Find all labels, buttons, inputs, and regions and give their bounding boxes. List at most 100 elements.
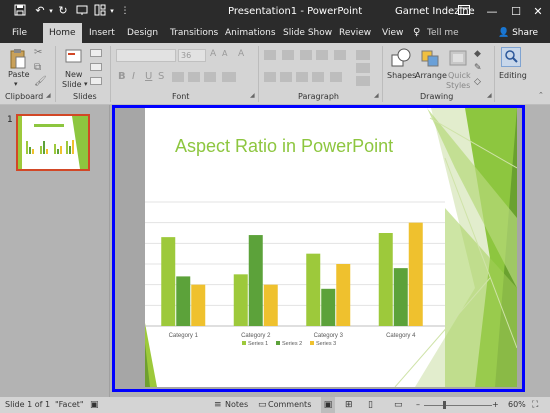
font-name-box[interactable] [116, 49, 176, 62]
align-text-icon[interactable] [356, 63, 370, 73]
tab-slide-show[interactable]: Slide Show [283, 23, 332, 43]
change-case-icon[interactable] [204, 72, 216, 82]
lightbulb-icon[interactable]: ♀ [413, 23, 420, 43]
zoom-level[interactable]: 60% [508, 397, 526, 413]
spelling-icon[interactable]: ▣ [90, 397, 99, 413]
paste-dropdown-icon[interactable]: ▾ [14, 80, 18, 88]
collapse-ribbon-icon[interactable]: ⌃ [538, 91, 544, 99]
tab-design[interactable]: Design [127, 23, 158, 43]
reading-view-icon[interactable]: ▯ [368, 397, 373, 413]
grow-font-icon[interactable]: A [210, 49, 216, 59]
chart-bar[interactable] [393, 268, 408, 326]
chart-bar[interactable] [306, 253, 321, 326]
cut-icon[interactable]: ✂ [34, 47, 42, 58]
tab-view[interactable]: View [382, 23, 403, 43]
chart[interactable]: Category 1 Category 2 Category 3 Category 4… [145, 108, 517, 387]
tab-animations[interactable]: Animations [225, 23, 276, 43]
ribbon-display-icon[interactable] [450, 0, 478, 23]
chart-bar[interactable] [176, 276, 191, 326]
shape-effects-icon[interactable]: ◇ [474, 77, 481, 87]
chart-bar[interactable] [191, 284, 206, 326]
more-icon[interactable]: ⋮ [118, 4, 132, 18]
tell-me-box[interactable]: Tell me [427, 23, 459, 43]
tab-home[interactable]: Home [43, 23, 82, 43]
notes-icon[interactable]: ≡ [214, 397, 222, 413]
tab-review[interactable]: Review [339, 23, 371, 43]
slide-thumbnail[interactable] [16, 114, 90, 171]
shapes-icon[interactable] [390, 47, 412, 69]
tab-transitions[interactable]: Transitions [170, 23, 218, 43]
quick-styles-label-2[interactable]: Styles [446, 81, 470, 90]
notes-button[interactable]: Notes [225, 397, 248, 413]
clipboard-launcher-icon[interactable]: ◢ [46, 92, 51, 99]
copy-icon[interactable]: ⧉ [34, 62, 41, 73]
font-color-icon[interactable] [222, 72, 236, 82]
shadow-button[interactable]: S [158, 71, 164, 82]
zoom-in-icon[interactable]: + [492, 397, 499, 413]
bold-button[interactable]: B [118, 71, 126, 82]
columns-icon[interactable] [330, 72, 342, 82]
text-direction-icon[interactable] [356, 50, 370, 60]
strikethrough-icon[interactable] [172, 72, 184, 82]
quick-styles-icon[interactable] [448, 47, 468, 69]
format-painter-icon[interactable]: 🖌 [34, 76, 47, 87]
numbering-icon[interactable] [282, 50, 294, 60]
tab-insert[interactable]: Insert [89, 23, 115, 43]
arrange-icon[interactable] [420, 47, 440, 69]
from-beginning-icon[interactable] [75, 4, 89, 18]
fit-slide-icon[interactable]: ⛶ [532, 397, 538, 413]
align-left-icon[interactable] [264, 72, 276, 82]
close-icon[interactable]: ✕ [524, 0, 550, 23]
editing-icon[interactable] [501, 47, 521, 67]
paragraph-launcher-icon[interactable]: ◢ [374, 92, 379, 99]
arrange-label[interactable]: Arrange [415, 71, 447, 80]
smartart-icon[interactable] [356, 76, 370, 86]
clear-formatting-icon[interactable]: A [238, 49, 244, 59]
redo-icon[interactable]: ↻ [56, 4, 70, 18]
new-slide-dropdown-icon[interactable]: ▾ [84, 80, 88, 88]
align-center-icon[interactable] [280, 72, 292, 82]
increase-indent-icon[interactable] [316, 50, 328, 60]
tab-file[interactable]: File [12, 23, 27, 43]
slide[interactable]: Aspect Ratio in PowerPoint Category 1 Cat… [145, 108, 517, 387]
shape-outline-icon[interactable]: ✎ [474, 63, 482, 73]
paste-label[interactable]: Paste [8, 70, 30, 79]
shapes-label[interactable]: Shapes [387, 71, 416, 80]
comments-button[interactable]: Comments [268, 397, 311, 413]
zoom-out-icon[interactable]: – [416, 397, 420, 413]
chart-bar[interactable] [336, 264, 351, 326]
customize-icon[interactable]: ▾ [105, 4, 119, 18]
new-slide-label-2[interactable]: Slide [62, 80, 82, 89]
section-icon[interactable] [90, 77, 102, 85]
save-icon[interactable] [13, 4, 27, 18]
chart-bar[interactable] [233, 274, 248, 326]
new-slide-icon[interactable] [65, 48, 83, 66]
zoom-slider-thumb[interactable] [443, 401, 446, 409]
slide-sorter-icon[interactable]: ⊞ [345, 397, 353, 413]
normal-view-icon[interactable]: ▣ [321, 397, 335, 413]
chart-bar[interactable] [321, 288, 336, 326]
comments-icon[interactable]: ▭ [258, 397, 267, 413]
reset-icon[interactable] [90, 63, 102, 71]
layout-icon[interactable] [90, 49, 102, 57]
font-launcher-icon[interactable]: ◢ [250, 92, 255, 99]
quick-styles-label[interactable]: Quick [448, 71, 471, 80]
chart-bar[interactable] [248, 235, 263, 326]
new-slide-label[interactable]: New [65, 70, 82, 79]
font-size-box[interactable]: 36 [178, 49, 206, 62]
chart-bar[interactable] [378, 233, 393, 326]
align-right-icon[interactable] [296, 72, 308, 82]
line-spacing-icon[interactable] [334, 50, 346, 60]
drawing-launcher-icon[interactable]: ◢ [487, 92, 492, 99]
decrease-indent-icon[interactable] [300, 50, 312, 60]
shrink-font-icon[interactable]: A [222, 49, 227, 58]
editing-label[interactable]: Editing [499, 71, 527, 80]
slide-show-view-icon[interactable]: ▭ [394, 397, 403, 413]
italic-button[interactable]: I [132, 71, 135, 82]
chart-bar[interactable] [263, 284, 278, 326]
zoom-slider[interactable] [424, 405, 492, 406]
paste-icon[interactable] [10, 48, 26, 70]
character-spacing-icon[interactable] [188, 72, 200, 82]
chart-bar[interactable] [408, 222, 423, 326]
bullets-icon[interactable] [264, 50, 276, 60]
